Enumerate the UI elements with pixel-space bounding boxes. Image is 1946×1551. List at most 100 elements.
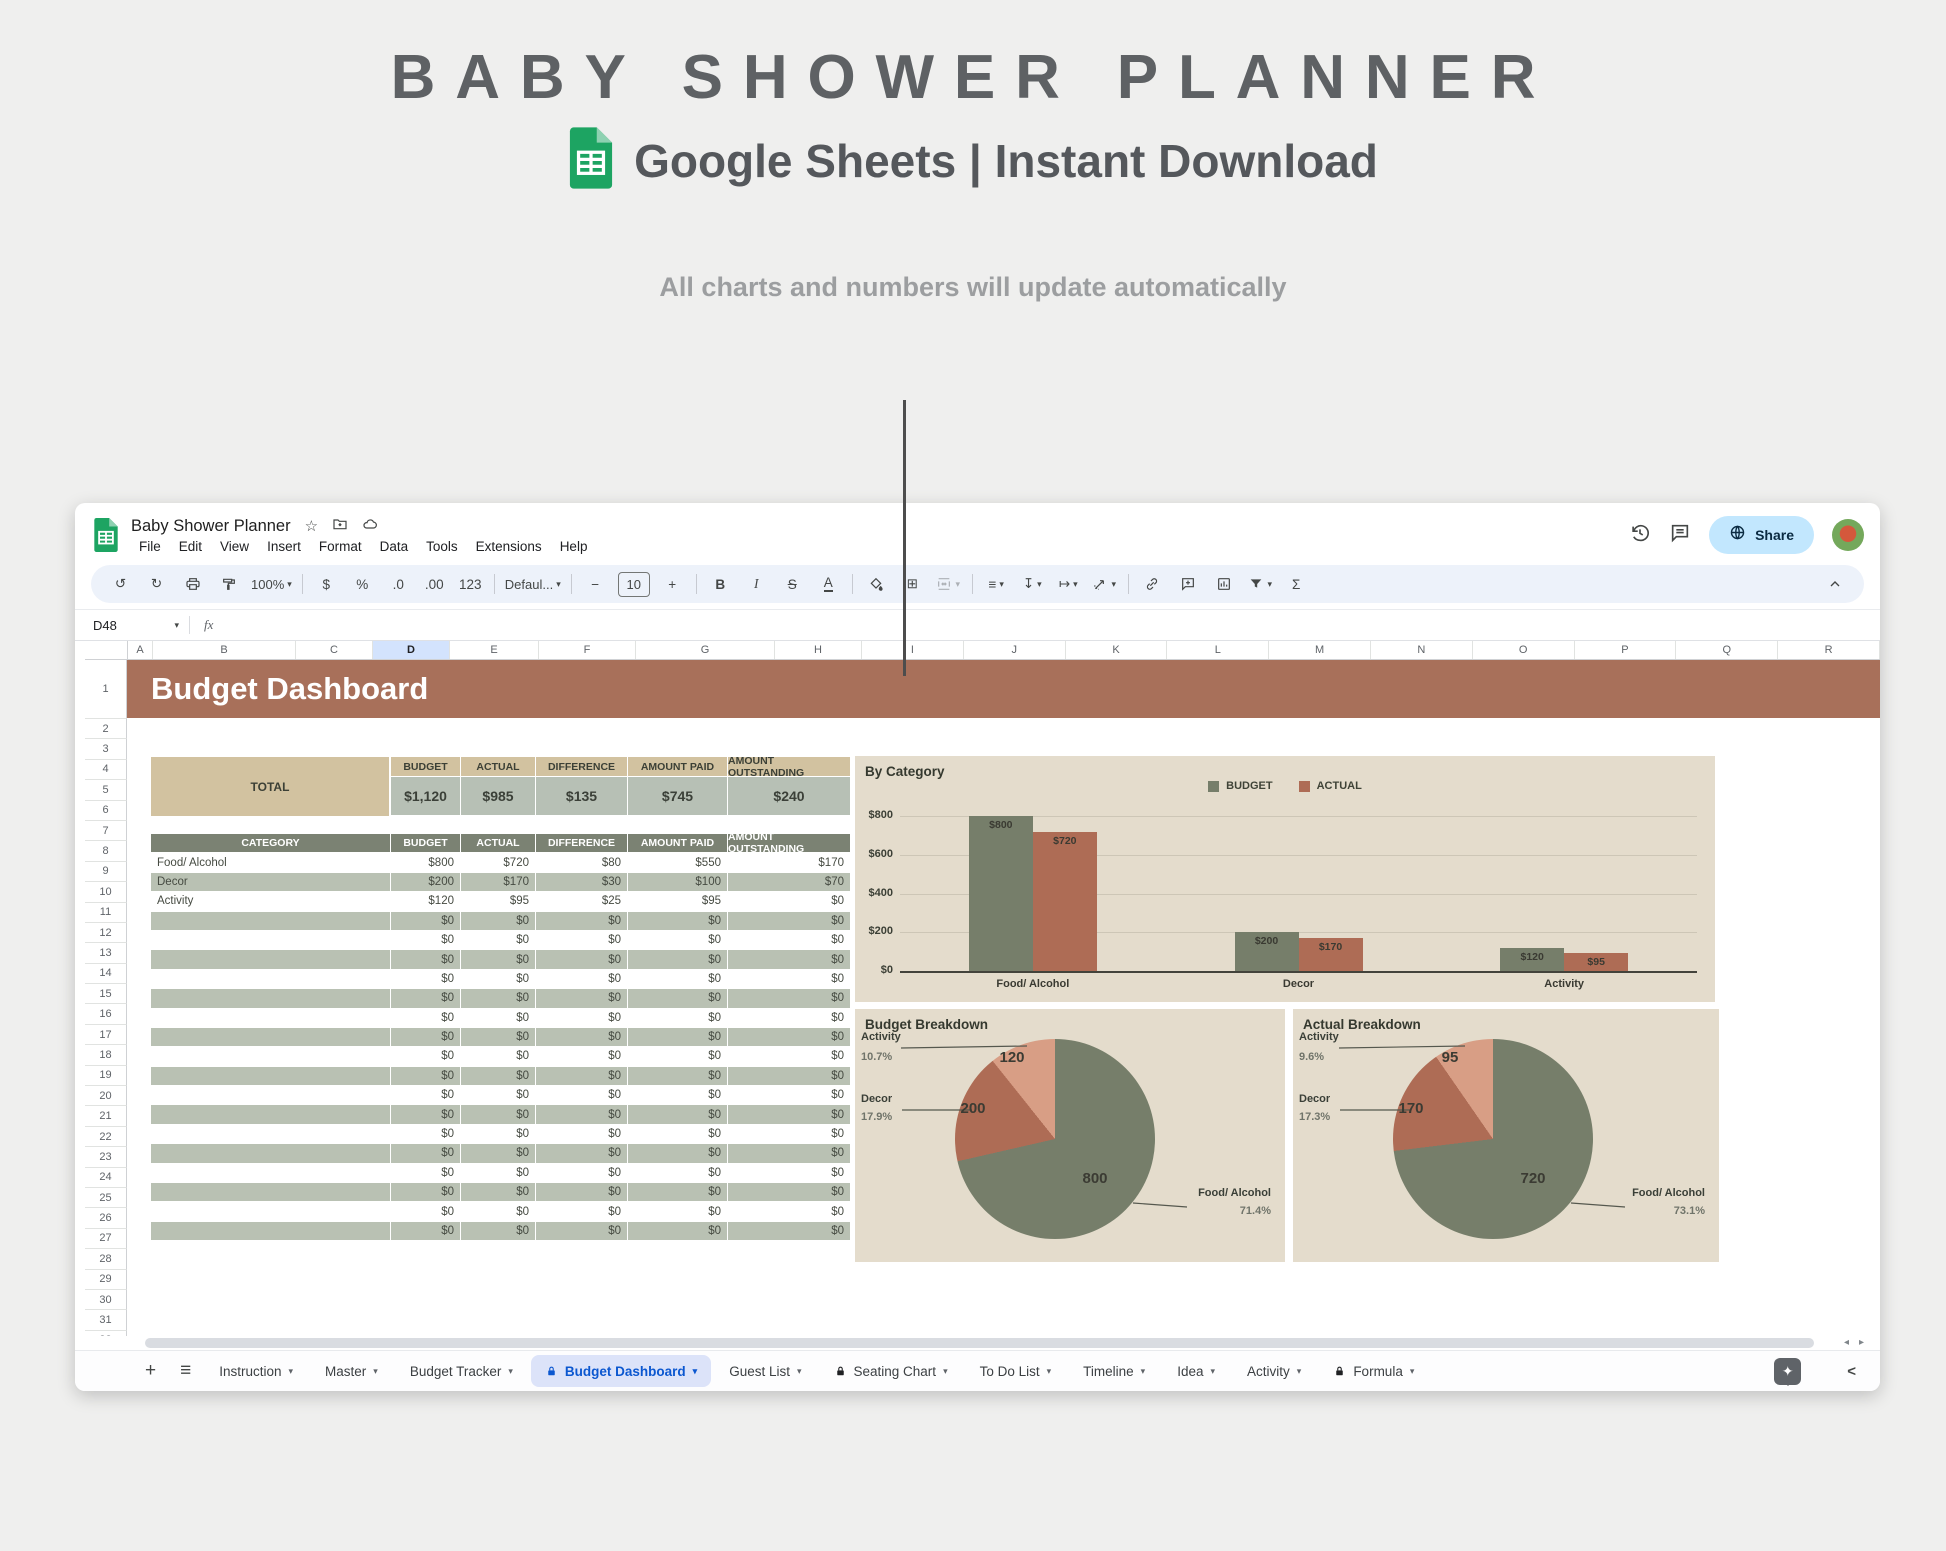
table-cell[interactable]: $0 [628,989,728,1008]
column-header-L[interactable]: L [1167,641,1269,659]
strikethrough-button[interactable]: S [775,571,810,598]
table-cell[interactable] [151,1047,391,1066]
table-cell[interactable]: $0 [728,1164,851,1183]
row-header-13[interactable]: 13 [85,943,127,963]
table-cell[interactable] [151,1222,391,1241]
menu-tools[interactable]: Tools [418,538,466,555]
row-header-23[interactable]: 23 [85,1147,127,1167]
table-cell[interactable]: $0 [536,1202,628,1221]
table-cell[interactable] [151,1009,391,1028]
table-cell[interactable] [151,989,391,1008]
table-cell[interactable]: $0 [628,1164,728,1183]
functions-button[interactable]: Σ [1279,571,1314,598]
table-cell[interactable]: $0 [391,950,461,969]
collapse-toolbar-button[interactable] [1817,571,1852,598]
table-cell[interactable] [151,1202,391,1221]
tab-guest-list[interactable]: Guest List▾ [715,1355,815,1387]
table-cell[interactable]: $30 [536,873,628,892]
column-header-K[interactable]: K [1066,641,1168,659]
more-formats-button[interactable]: 123 [453,571,488,598]
menu-extensions[interactable]: Extensions [468,538,550,555]
column-header-E[interactable]: E [450,641,539,659]
table-cell[interactable] [151,1067,391,1086]
table-cell[interactable]: $0 [728,950,851,969]
table-cell[interactable]: $0 [391,1105,461,1124]
version-history-icon[interactable] [1629,522,1651,549]
table-cell[interactable] [151,912,391,931]
table-cell[interactable]: $0 [461,1067,536,1086]
scroll-left-icon[interactable]: ◂ [1844,1337,1849,1348]
budget-pie-panel[interactable]: Budget BreakdownFood/ Alcohol71.4%800Dec… [855,1009,1285,1262]
bar-actual-activity[interactable]: $95 [1564,953,1628,971]
table-cell[interactable]: $0 [628,970,728,989]
table-cell[interactable]: $0 [461,950,536,969]
scroll-right-icon[interactable]: ▸ [1859,1337,1864,1348]
bar-budget-decor[interactable]: $200 [1235,932,1299,971]
tab-activity[interactable]: Activity▾ [1233,1355,1315,1387]
comment-history-icon[interactable] [1669,522,1691,549]
column-header-G[interactable]: G [636,641,775,659]
column-header-Q[interactable]: Q [1676,641,1778,659]
table-cell[interactable]: $0 [628,1183,728,1202]
table-cell[interactable]: $0 [391,1067,461,1086]
create-filter-button[interactable]: ▾ [1243,571,1278,598]
undo-button[interactable]: ↺ [103,571,138,598]
bar-actual-decor[interactable]: $170 [1299,938,1363,971]
table-cell[interactable]: $0 [728,1086,851,1105]
select-all-corner[interactable] [85,641,128,659]
tab-to-do-list[interactable]: To Do List▾ [966,1355,1066,1387]
table-cell[interactable]: $0 [728,1144,851,1163]
row-header-20[interactable]: 20 [85,1086,127,1106]
menu-data[interactable]: Data [372,538,417,555]
tab-instruction[interactable]: Instruction▾ [205,1355,307,1387]
table-cell[interactable]: $0 [536,1164,628,1183]
menu-insert[interactable]: Insert [259,538,309,555]
table-cell[interactable]: $0 [728,1028,851,1047]
cloud-status-icon[interactable] [362,516,378,537]
row-header-1[interactable]: 1 [85,660,127,719]
text-rotation-button[interactable]: ▾ [1087,571,1122,598]
column-header-J[interactable]: J [964,641,1066,659]
row-header-7[interactable]: 7 [85,821,127,841]
table-cell[interactable]: $0 [391,1047,461,1066]
table-cell[interactable]: $0 [728,1183,851,1202]
table-cell[interactable]: $0 [728,970,851,989]
column-header-N[interactable]: N [1371,641,1473,659]
total-value-cell[interactable]: $745 [628,777,728,816]
table-cell[interactable]: $0 [628,912,728,931]
table-cell[interactable]: $0 [628,1028,728,1047]
table-cell[interactable]: $0 [461,1125,536,1144]
table-cell[interactable]: $0 [391,1202,461,1221]
increase-font-size-button[interactable]: + [655,571,690,598]
table-cell[interactable]: $0 [461,1047,536,1066]
table-cell[interactable]: $120 [391,892,461,911]
table-cell[interactable]: $0 [391,1183,461,1202]
insert-link-button[interactable] [1135,571,1170,598]
vertical-align-button[interactable]: ↧▾ [1015,571,1050,598]
table-cell[interactable]: $0 [536,1067,628,1086]
text-wrapping-button[interactable]: ↦▾ [1051,571,1086,598]
table-cell[interactable]: $0 [461,1183,536,1202]
table-cell[interactable]: $0 [461,931,536,950]
table-cell[interactable]: $0 [461,1086,536,1105]
table-cell[interactable] [151,1028,391,1047]
column-header-M[interactable]: M [1269,641,1371,659]
insert-chart-button[interactable] [1207,571,1242,598]
tab-formula[interactable]: Formula▾ [1319,1355,1428,1387]
row-header-11[interactable]: 11 [85,903,127,923]
row-header-29[interactable]: 29 [85,1270,127,1290]
row-header-18[interactable]: 18 [85,1045,127,1065]
row-header-9[interactable]: 9 [85,862,127,882]
table-cell[interactable]: $0 [536,1028,628,1047]
total-value-cell[interactable]: $1,120 [391,777,461,816]
column-header-B[interactable]: B [153,641,296,659]
table-cell[interactable]: $0 [728,931,851,950]
scrollbar-thumb[interactable] [145,1338,1814,1348]
table-cell[interactable]: $70 [728,873,851,892]
table-cell[interactable]: $720 [461,853,536,872]
table-cell[interactable]: $170 [728,853,851,872]
borders-button[interactable]: ⊞ [895,571,930,598]
decrease-decimal-places-button[interactable]: .0 [381,571,416,598]
row-header-26[interactable]: 26 [85,1208,127,1228]
total-table[interactable]: TOTALBUDGETACTUALDIFFERENCEAMOUNT PAIDAM… [151,757,851,816]
